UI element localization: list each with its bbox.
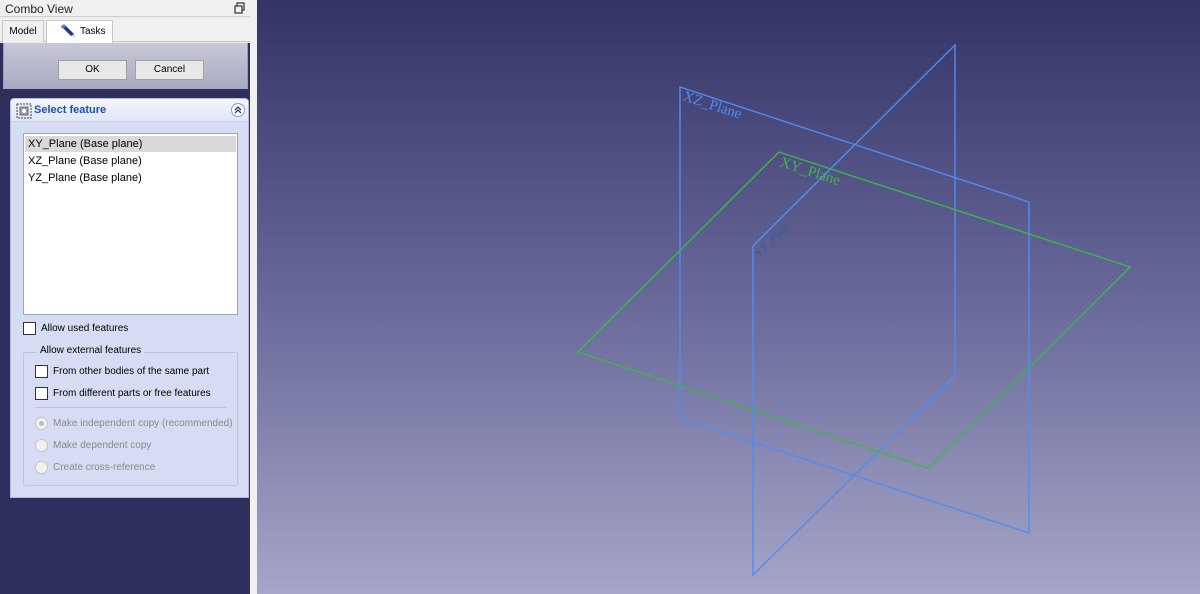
allow-used-features-label: Allow used features xyxy=(41,323,129,334)
xy-plane[interactable] xyxy=(576,151,1132,469)
other-bodies-label: From other bodies of the same part xyxy=(53,366,210,377)
tab-model-label: Model xyxy=(9,26,37,37)
tab-model[interactable]: Model xyxy=(2,20,44,42)
task-button-bar: OK Cancel xyxy=(3,43,248,89)
collapse-panel-button[interactable] xyxy=(231,103,245,117)
xy-plane-label: XY_Plane xyxy=(778,155,843,190)
ok-button[interactable]: OK xyxy=(58,60,127,80)
chevron-up-icon xyxy=(234,106,242,114)
different-parts-label: From different parts or free features xyxy=(53,388,211,399)
combo-view-title: Combo View xyxy=(5,2,73,16)
cross-reference-label: Create cross-reference xyxy=(53,462,156,473)
3d-viewport[interactable]: XZ_Plane XY_Plane YZ_Plane xyxy=(257,0,1200,594)
xz-plane[interactable] xyxy=(679,86,1030,534)
restore-icon[interactable] xyxy=(234,2,246,14)
tab-tasks-label: Tasks xyxy=(80,26,106,37)
dependent-copy-radio[interactable] xyxy=(35,439,48,452)
select-feature-header: Select feature xyxy=(10,98,249,121)
list-item[interactable]: XY_Plane (Base plane) xyxy=(25,136,236,152)
dependent-copy-label: Make dependent copy xyxy=(53,440,152,451)
external-features-group-title: Allow external features xyxy=(37,345,145,356)
independent-copy-label: Make independent copy (recommended) xyxy=(53,418,233,429)
combo-tabs: Model Tasks xyxy=(0,18,250,43)
panel-splitter[interactable] xyxy=(250,0,257,594)
tasks-pencil-icon xyxy=(60,24,75,37)
tab-tasks[interactable]: Tasks xyxy=(46,20,113,43)
allow-used-features-checkbox[interactable] xyxy=(23,322,36,335)
xz-plane-label: XZ_Plane xyxy=(681,89,744,123)
select-feature-body: XY_Plane (Base plane) XZ_Plane (Base pla… xyxy=(10,121,249,498)
yz-plane[interactable] xyxy=(752,43,956,577)
list-item[interactable]: YZ_Plane (Base plane) xyxy=(25,170,236,186)
cross-reference-radio[interactable] xyxy=(35,461,48,474)
tasks-area: OK Cancel Select feature XY_Plane (Base … xyxy=(0,43,250,594)
combo-view-titlebar: Combo View xyxy=(0,0,250,17)
combo-view-panel: Combo View Model Tasks OK Cancel Select … xyxy=(0,0,250,594)
independent-copy-radio[interactable] xyxy=(35,417,48,430)
group-divider xyxy=(35,407,226,408)
feature-listbox[interactable]: XY_Plane (Base plane) XZ_Plane (Base pla… xyxy=(23,133,238,315)
select-feature-title: Select feature xyxy=(34,104,107,116)
cancel-button[interactable]: Cancel xyxy=(135,60,204,80)
different-parts-checkbox[interactable] xyxy=(35,387,48,400)
list-item[interactable]: XZ_Plane (Base plane) xyxy=(25,153,236,169)
select-feature-icon xyxy=(16,103,32,119)
viewport-scene: XZ_Plane XY_Plane YZ_Plane xyxy=(576,43,1132,577)
other-bodies-checkbox[interactable] xyxy=(35,365,48,378)
